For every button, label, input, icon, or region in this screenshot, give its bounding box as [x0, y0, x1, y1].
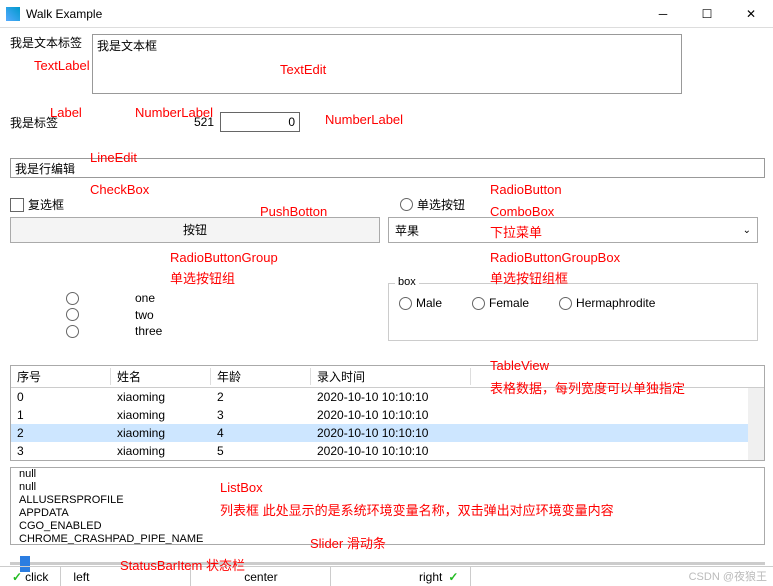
list-item[interactable]: null: [15, 481, 760, 494]
number-edit[interactable]: [220, 112, 300, 132]
maximize-button[interactable]: ☐: [685, 0, 729, 28]
list-item[interactable]: APPDATA: [15, 507, 760, 520]
status-click[interactable]: ✓click: [0, 567, 61, 586]
radio-one[interactable]: [66, 292, 79, 305]
table-header: 序号 姓名 年龄 录入时间: [11, 366, 764, 388]
radio-button[interactable]: [400, 198, 413, 211]
minimize-button[interactable]: ─: [641, 0, 685, 28]
radio-male[interactable]: [399, 297, 412, 310]
status-bar: ✓click left center right✓: [0, 566, 773, 586]
status-left[interactable]: left: [61, 567, 191, 586]
watermark: CSDN @夜狼王: [689, 568, 767, 584]
table-scrollbar[interactable]: [748, 388, 764, 460]
radio-herm[interactable]: [559, 297, 572, 310]
table-row[interactable]: 2xiaoming42020-10-10 10:10:10: [11, 424, 764, 442]
radio-group-box: box Male Female Hermaphrodite: [388, 283, 758, 341]
radio-label: 单选按钮: [417, 196, 465, 213]
status-right[interactable]: right✓: [331, 567, 471, 586]
chevron-down-icon: ⌄: [743, 225, 751, 236]
window-title: Walk Example: [26, 7, 641, 21]
table-view[interactable]: 序号 姓名 年龄 录入时间 0xiaoming22020-10-10 10:10…: [10, 365, 765, 461]
list-item[interactable]: CHROME_CRASHPAD_PIPE_NAME: [15, 533, 760, 545]
checkbox-label: 复选框: [28, 196, 64, 213]
checkbox[interactable]: [10, 198, 24, 212]
label: 我是标签: [10, 114, 90, 131]
list-box[interactable]: nullnullALLUSERSPROFILEAPPDATACGO_ENABLE…: [10, 467, 765, 545]
push-button[interactable]: 按钮: [10, 217, 380, 243]
table-row[interactable]: 0xiaoming22020-10-10 10:10:10: [11, 388, 764, 406]
radio-three[interactable]: [66, 325, 79, 338]
close-button[interactable]: ✕: [729, 0, 773, 28]
app-icon: [6, 7, 20, 21]
table-row[interactable]: 3xiaoming52020-10-10 10:10:10: [11, 442, 764, 460]
titlebar: Walk Example ─ ☐ ✕: [0, 0, 773, 28]
list-item[interactable]: ALLUSERSPROFILE: [15, 494, 760, 507]
status-center[interactable]: center: [191, 567, 331, 586]
table-row[interactable]: 1xiaoming32020-10-10 10:10:10: [11, 406, 764, 424]
radio-group: one two three: [10, 283, 380, 341]
text-label: 我是文本标签: [10, 34, 82, 51]
radio-female[interactable]: [472, 297, 485, 310]
text-edit[interactable]: 我是文本框: [92, 34, 682, 94]
list-item[interactable]: null: [15, 468, 760, 481]
combo-box[interactable]: 苹果 ⌄: [388, 217, 758, 243]
radio-two[interactable]: [66, 308, 79, 321]
line-edit[interactable]: [10, 158, 765, 178]
number-label: 521: [150, 115, 220, 129]
list-item[interactable]: CGO_ENABLED: [15, 520, 760, 533]
